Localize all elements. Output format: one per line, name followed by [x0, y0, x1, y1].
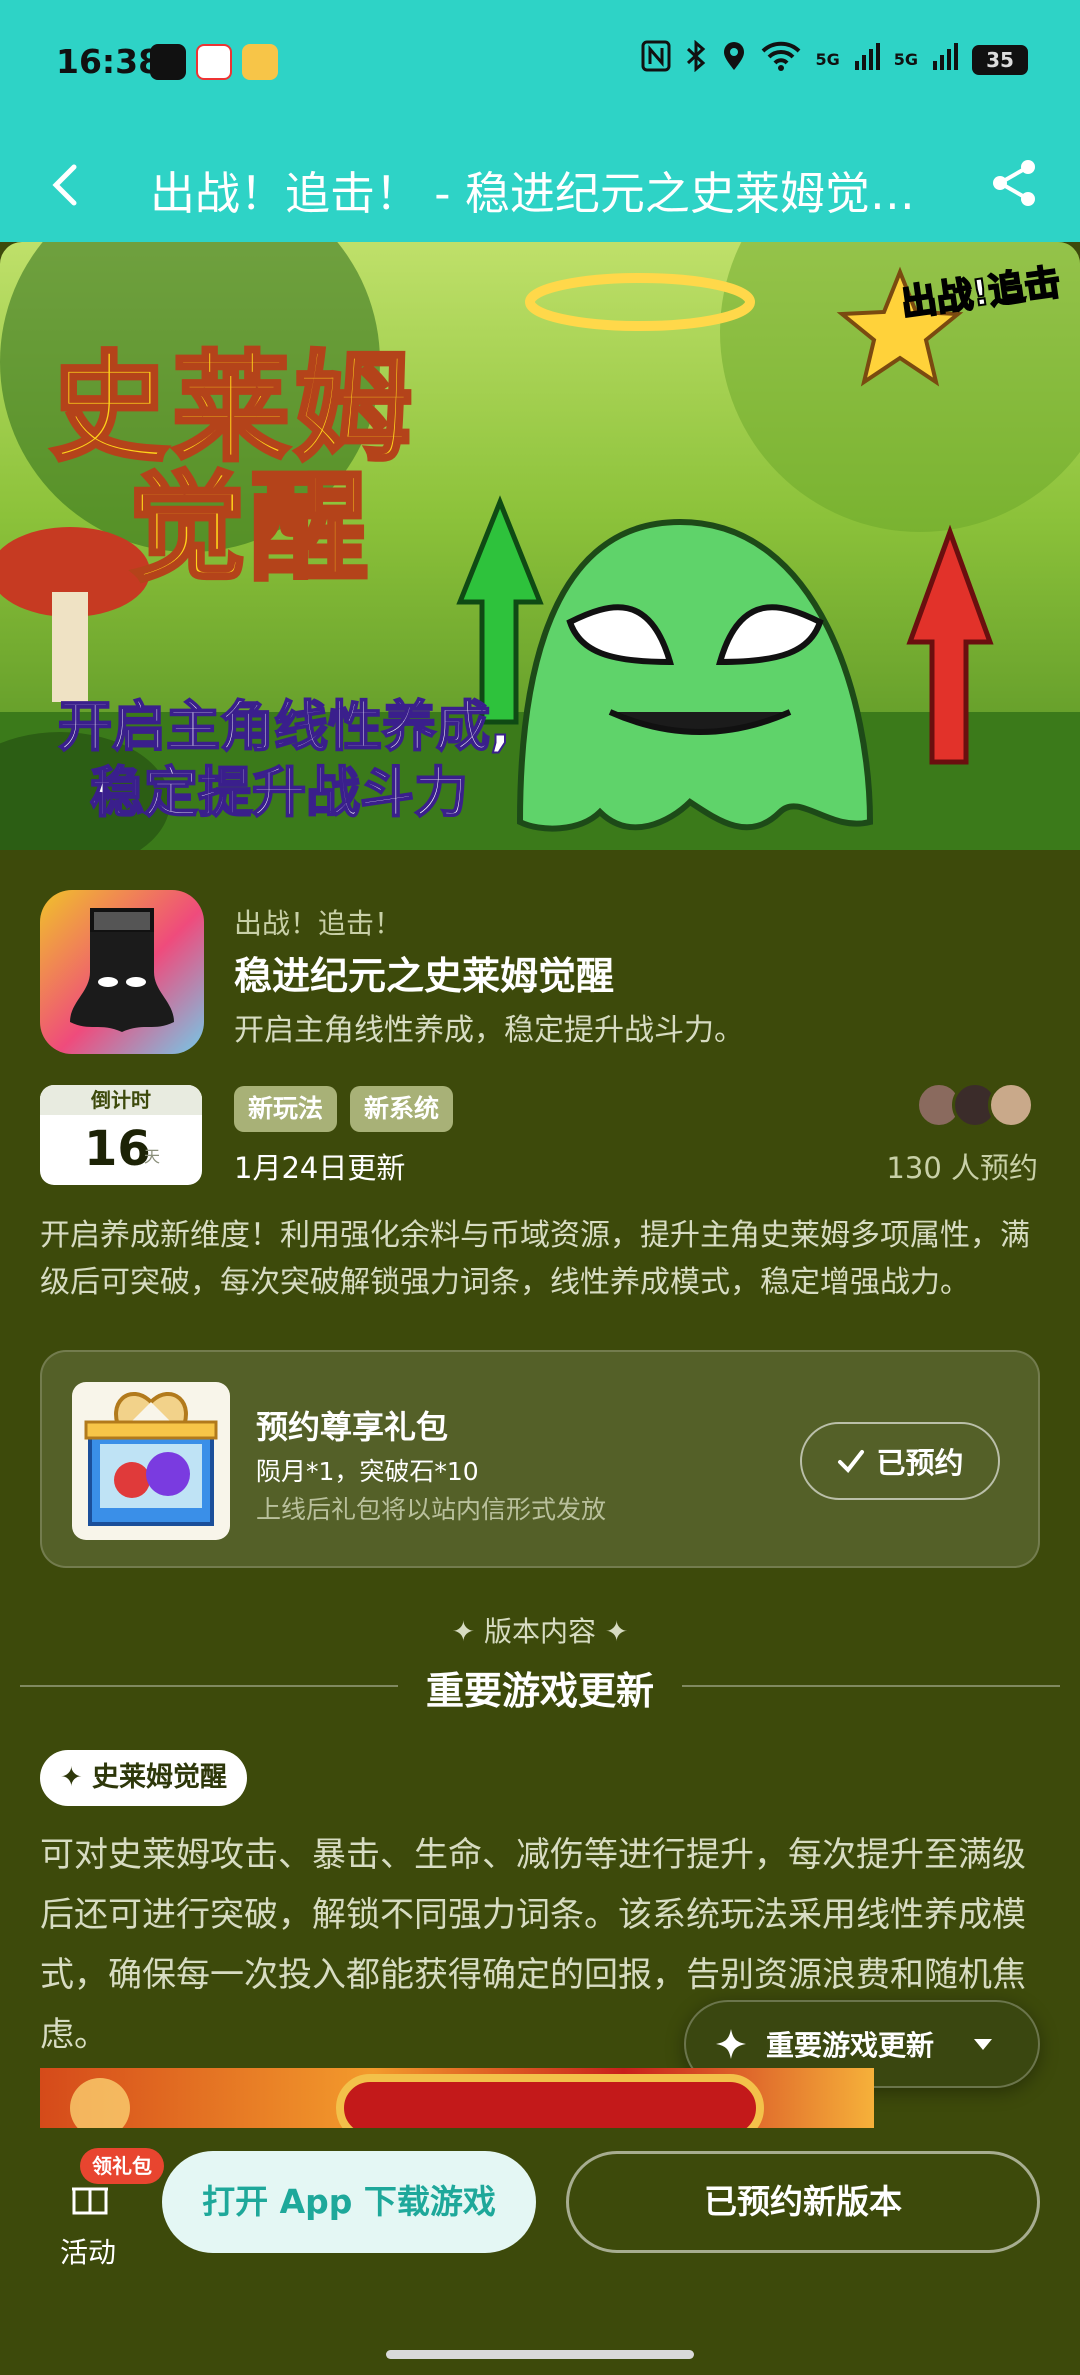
share-icon [993, 160, 1035, 206]
app-notification-icon [196, 44, 232, 80]
countdown-value: 16 [84, 1121, 151, 1177]
sparkle-icon: ✦ [60, 1762, 83, 1793]
reserved-gift-label: 已预约 [876, 1446, 964, 1480]
countdown-unit: 天 [144, 1147, 161, 1166]
header: 16:38 5G 5G 35 出战！追击！ - 稳进纪元之史莱姆觉醒… [0, 0, 1080, 242]
section-title: 重要游戏更新 [425, 1669, 654, 1713]
reserve-count: 130 人预约 [886, 1151, 1038, 1185]
reserved-gift-button[interactable]: 已预约 [800, 1422, 1000, 1500]
gift-card: 预约尊享礼包 陨月*1，突破石*10 上线后礼包将以站内信形式发放 已预约 [40, 1350, 1040, 1568]
gift-note: 上线后礼包将以站内信形式发放 [256, 1495, 607, 1524]
caret-down-icon [974, 2039, 993, 2050]
section-kicker-text: 版本内容 [483, 1615, 596, 1648]
bluetooth-icon [685, 39, 707, 79]
tiktok-notification-icon [150, 44, 186, 80]
sparkle-icon: ✦ [604, 1615, 629, 1648]
app-icon [40, 890, 204, 1054]
tag-new-system: 新系统 [350, 1086, 454, 1132]
signal-2-icon [932, 41, 958, 78]
avatar [988, 1082, 1034, 1128]
chevron-left-icon [52, 164, 77, 206]
bottom-action-bar: 领礼包 活动 打开 App 下载游戏 已预约新版本 [0, 2128, 1080, 2375]
signal-1-icon [854, 41, 880, 78]
status-icons: 5G 5G 35 [641, 39, 1028, 79]
gift-items: 陨月*1，突破石*10 [256, 1457, 479, 1486]
update-date: 1月24日更新 [234, 1151, 406, 1185]
share-button[interactable] [986, 155, 1042, 211]
tag-new-gameplay: 新玩法 [234, 1086, 338, 1132]
status-time: 16:38 [56, 42, 162, 81]
banner-title-line2: 觉醒 [126, 457, 373, 599]
page-title: 出战！追击！ - 稳进纪元之史莱姆觉醒… [150, 167, 950, 220]
gift-box-image [72, 1382, 230, 1540]
banner-subtitle-line2: 稳定提升战斗力 [89, 760, 469, 825]
wifi-icon [761, 41, 801, 78]
divider [682, 1685, 1060, 1687]
app-slogan: 开启主角线性养成，稳定提升战斗力。 [234, 1013, 744, 1048]
signal-2-label: 5G [893, 50, 918, 69]
home-indicator[interactable] [386, 2350, 694, 2359]
app-description: 开启养成新维度！利用强化余料与币域资源，提升主角史莱姆多项属性，满级后可突破，每… [40, 1218, 1030, 1300]
reserved-version-button[interactable]: 已预约新版本 [566, 2151, 1040, 2253]
battery-icon: 35 [972, 44, 1028, 75]
countdown-label: 倒计时 [40, 1085, 202, 1115]
section-kicker: ✦ 版本内容 ✦ [0, 1610, 1080, 1650]
nfc-icon [641, 40, 671, 79]
hero-banner[interactable]: 史莱姆 觉醒 开启主角线性养成, 稳定提升战斗力 出战!追击 [0, 242, 1080, 850]
status-bar: 16:38 5G 5G 35 [0, 0, 1080, 125]
signal-1-label: 5G [815, 50, 840, 69]
gift-title: 预约尊享礼包 [256, 1408, 449, 1446]
shop-notification-icon [242, 44, 278, 80]
sparkle-icon: ✦ [451, 1615, 476, 1648]
app-name: 稳进纪元之史莱姆觉醒 [234, 954, 615, 998]
countdown-card: 倒计时 16 天 [40, 1085, 202, 1185]
feature-chip-label: 史莱姆觉醒 [92, 1762, 228, 1793]
location-icon [721, 40, 747, 79]
activity-label: 活动 [60, 2236, 117, 2269]
open-app-button[interactable]: 打开 App 下载游戏 [162, 2151, 536, 2253]
activity-badge: 领礼包 [80, 2148, 164, 2184]
nav-bar: 出战！追击！ - 稳进纪元之史莱姆觉醒… [0, 125, 1080, 242]
section-jump-label: 重要游戏更新 [766, 2029, 935, 2062]
back-button[interactable] [40, 155, 90, 215]
sparkle-icon [716, 2029, 746, 2059]
check-icon [838, 1450, 865, 1474]
developer-name[interactable]: 出战！追击！ [234, 902, 402, 942]
reserved-user-avatars [916, 1082, 1038, 1132]
feature-chip: ✦ 史莱姆觉醒 [40, 1750, 248, 1806]
feature-preview-image[interactable] [40, 2068, 874, 2128]
